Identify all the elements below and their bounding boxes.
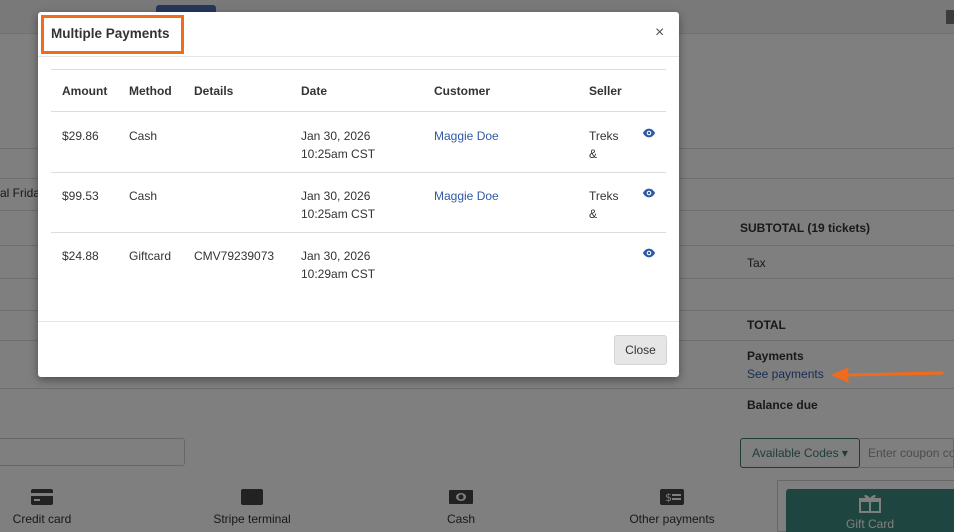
seller-cell: Treks & xyxy=(589,187,619,223)
time-line: 10:25am CST xyxy=(301,147,376,161)
multiple-payments-modal: Multiple Payments × Amount Method Detail… xyxy=(38,12,679,377)
modal-footer: Close xyxy=(38,321,679,377)
time-line: 10:29am CST xyxy=(301,267,376,281)
date-cell: Jan 30, 2026 10:25am CST xyxy=(301,127,375,163)
date-line: Jan 30, 2026 xyxy=(301,249,371,263)
amount-cell: $29.86 xyxy=(62,129,99,143)
method-cell: Giftcard xyxy=(129,249,172,263)
modal-header: Multiple Payments × xyxy=(38,12,679,57)
annotation-arrow-icon xyxy=(831,367,944,383)
seller-line: & xyxy=(589,147,598,161)
close-button[interactable]: Close xyxy=(614,335,667,365)
modal-title: Multiple Payments xyxy=(51,26,170,41)
seller-line: Treks xyxy=(589,129,619,143)
customer-link[interactable]: Maggie Doe xyxy=(434,127,499,145)
table-row: $29.86 Cash Jan 30, 2026 10:25am CST Mag… xyxy=(51,113,666,173)
table-header: Amount Method Details Date Customer Sell… xyxy=(51,70,666,112)
table-row: $24.88 Giftcard CMV79239073 Jan 30, 2026… xyxy=(51,233,666,293)
column-header: Details xyxy=(194,84,234,98)
date-cell: Jan 30, 2026 10:29am CST xyxy=(301,247,375,283)
method-cell: Cash xyxy=(129,129,158,143)
close-icon[interactable]: × xyxy=(655,25,664,41)
method-cell: Cash xyxy=(129,189,158,203)
column-header: Customer xyxy=(434,84,491,98)
column-header: Date xyxy=(301,84,328,98)
date-line: Jan 30, 2026 xyxy=(301,189,371,203)
seller-line: Treks xyxy=(589,189,619,203)
eye-icon[interactable] xyxy=(642,187,656,199)
customer-link[interactable]: Maggie Doe xyxy=(434,187,499,205)
amount-cell: $24.88 xyxy=(62,249,99,263)
column-header: Amount xyxy=(62,84,108,98)
seller-cell: Treks & xyxy=(589,127,619,163)
date-cell: Jan 30, 2026 10:25am CST xyxy=(301,187,375,223)
table-row: $99.53 Cash Jan 30, 2026 10:25am CST Mag… xyxy=(51,173,666,233)
details-cell: CMV79239073 xyxy=(194,249,275,263)
time-line: 10:25am CST xyxy=(301,207,376,221)
seller-line: & xyxy=(589,207,598,221)
amount-cell: $99.53 xyxy=(62,189,99,203)
column-header: Seller xyxy=(589,84,622,98)
eye-icon[interactable] xyxy=(642,247,656,259)
date-line: Jan 30, 2026 xyxy=(301,129,371,143)
column-header: Method xyxy=(129,84,172,98)
eye-icon[interactable] xyxy=(642,127,656,139)
